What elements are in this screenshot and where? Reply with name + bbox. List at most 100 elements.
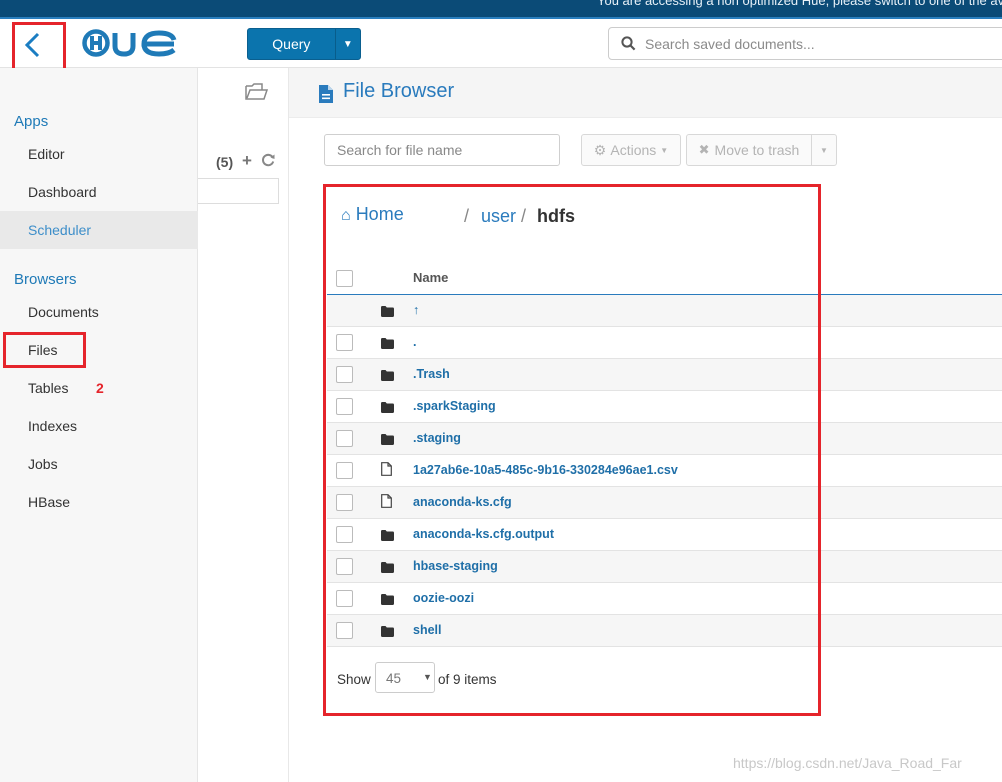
breadcrumb-home[interactable]: ⌂ Home bbox=[341, 204, 404, 225]
page-size-value: 45 bbox=[386, 671, 402, 686]
table-row[interactable]: anaconda-ks.cfg bbox=[327, 487, 1002, 519]
watermark: https://blog.csdn.net/Java_Road_Far bbox=[733, 755, 962, 771]
actions-button-label: Actions bbox=[610, 142, 657, 158]
page-title: File Browser bbox=[343, 80, 455, 102]
row-checkbox[interactable] bbox=[336, 366, 353, 383]
select-all-checkbox[interactable] bbox=[336, 270, 353, 287]
home-icon: ⌂ bbox=[341, 207, 351, 224]
table-row[interactable]: shell bbox=[327, 615, 1002, 647]
row-name-link[interactable]: . bbox=[413, 335, 416, 349]
caret-down-icon: ▼ bbox=[820, 145, 828, 155]
trash-dropdown-toggle[interactable]: ▼ bbox=[811, 134, 837, 166]
row-checkbox[interactable] bbox=[336, 430, 353, 447]
query-button[interactable]: Query ▼ bbox=[247, 28, 361, 60]
warning-banner: You are accessing a non optimized Hue, p… bbox=[0, 0, 1002, 19]
show-label: Show bbox=[337, 672, 371, 687]
annotation-number-2: 2 bbox=[96, 380, 104, 396]
folder-icon bbox=[381, 432, 394, 450]
folder-icon bbox=[381, 304, 394, 322]
page-size-select[interactable]: 45 ▼ bbox=[375, 662, 435, 693]
caret-down-icon: ▼ bbox=[660, 145, 669, 155]
row-checkbox[interactable] bbox=[336, 590, 353, 607]
content-header: File Browser bbox=[289, 68, 1002, 118]
row-name-link[interactable]: oozie-oozi bbox=[413, 591, 474, 605]
table-row[interactable]: . bbox=[327, 327, 1002, 359]
breadcrumb-user[interactable]: user bbox=[481, 206, 516, 227]
row-checkbox[interactable] bbox=[336, 462, 353, 479]
times-icon: ✖ bbox=[698, 142, 710, 157]
table-row[interactable]: .Trash bbox=[327, 359, 1002, 391]
sidebar-item-dashboard[interactable]: Dashboard bbox=[0, 173, 198, 211]
folder-icon bbox=[381, 336, 394, 354]
move-to-trash-button[interactable]: ✖ Move to trash bbox=[686, 134, 812, 166]
plus-icon[interactable]: + bbox=[242, 151, 252, 171]
folder-icon bbox=[381, 528, 394, 546]
annotation-box-files bbox=[3, 332, 86, 368]
folder-icon bbox=[381, 400, 394, 418]
left-sidebar: Apps Editor Dashboard Scheduler Browsers… bbox=[0, 68, 198, 782]
items-count: of 9 items bbox=[438, 672, 497, 687]
row-checkbox[interactable] bbox=[336, 622, 353, 639]
table-row[interactable]: .staging bbox=[327, 423, 1002, 455]
hue-logo-icon bbox=[82, 29, 177, 57]
search-documents-input[interactable] bbox=[643, 34, 977, 53]
sidebar-item-scheduler[interactable]: Scheduler bbox=[0, 211, 198, 249]
refresh-icon[interactable] bbox=[261, 153, 275, 170]
sidebar-item-indexes[interactable]: Indexes bbox=[0, 407, 198, 445]
hue-logo[interactable] bbox=[82, 29, 180, 62]
breadcrumb-home-label: Home bbox=[355, 204, 404, 224]
row-name-link[interactable]: .staging bbox=[413, 431, 461, 445]
row-name-link[interactable]: anaconda-ks.cfg bbox=[413, 495, 512, 509]
file-table-header: Name bbox=[327, 262, 1002, 295]
table-row[interactable]: .sparkStaging bbox=[327, 391, 1002, 423]
table-row[interactable]: oozie-oozi bbox=[327, 583, 1002, 615]
browsers-heading: Browsers bbox=[14, 271, 77, 288]
apps-heading: Apps bbox=[14, 113, 49, 130]
gear-icon: ⚙ bbox=[593, 141, 607, 158]
row-checkbox[interactable] bbox=[336, 334, 353, 351]
row-name-link[interactable]: ↑ bbox=[413, 303, 419, 317]
assist-count: (5) bbox=[216, 154, 234, 170]
row-name-link[interactable]: anaconda-ks.cfg.output bbox=[413, 527, 554, 541]
row-checkbox[interactable] bbox=[336, 526, 353, 543]
breadcrumb-separator: / bbox=[464, 206, 470, 226]
table-row[interactable]: hbase-staging bbox=[327, 551, 1002, 583]
move-to-trash-label: Move to trash bbox=[714, 142, 800, 158]
folder-icon bbox=[381, 560, 394, 578]
folder-icon bbox=[381, 592, 394, 610]
row-name-link[interactable]: .Trash bbox=[413, 367, 450, 381]
breadcrumb-current: hdfs bbox=[537, 206, 575, 226]
row-name-link[interactable]: .sparkStaging bbox=[413, 399, 496, 413]
row-name-link[interactable]: hbase-staging bbox=[413, 559, 498, 573]
actions-button[interactable]: ⚙ Actions ▼ bbox=[581, 134, 681, 166]
row-name-link[interactable]: shell bbox=[413, 623, 442, 637]
file-icon bbox=[381, 494, 392, 513]
table-row[interactable]: 1a27ab6e-10a5-485c-9b16-330284e96ae1.csv bbox=[327, 455, 1002, 487]
saved-documents-search[interactable] bbox=[608, 27, 1002, 60]
query-dropdown-toggle[interactable]: ▼ bbox=[334, 29, 360, 59]
breadcrumb-separator: / bbox=[521, 206, 527, 226]
row-checkbox[interactable] bbox=[336, 398, 353, 415]
table-row[interactable]: anaconda-ks.cfg.output bbox=[327, 519, 1002, 551]
sidebar-item-documents[interactable]: Documents bbox=[0, 293, 198, 331]
row-name-link[interactable]: 1a27ab6e-10a5-485c-9b16-330284e96ae1.csv bbox=[413, 463, 678, 477]
row-checkbox[interactable] bbox=[336, 494, 353, 511]
sidebar-item-editor[interactable]: Editor bbox=[0, 135, 198, 173]
sidebar-item-hbase[interactable]: HBase bbox=[0, 483, 198, 521]
folder-icon bbox=[381, 624, 394, 642]
chevron-left-icon bbox=[24, 32, 40, 58]
row-checkbox[interactable] bbox=[336, 558, 353, 575]
folder-open-icon[interactable] bbox=[244, 81, 269, 106]
query-button-label: Query bbox=[272, 36, 311, 52]
file-text-icon bbox=[318, 84, 334, 109]
file-icon bbox=[381, 462, 392, 481]
sidebar-item-jobs[interactable]: Jobs bbox=[0, 445, 198, 483]
table-row[interactable]: ↑ bbox=[327, 295, 1002, 327]
assist-panel: (5) + bbox=[198, 68, 289, 782]
folder-icon bbox=[381, 368, 394, 386]
column-header-name[interactable]: Name bbox=[413, 270, 448, 285]
banner-text: You are accessing a non optimized Hue, p… bbox=[597, 0, 1002, 8]
assist-filter-input[interactable] bbox=[198, 178, 279, 204]
caret-down-icon: ▼ bbox=[342, 38, 353, 50]
file-name-search-input[interactable] bbox=[324, 134, 560, 166]
